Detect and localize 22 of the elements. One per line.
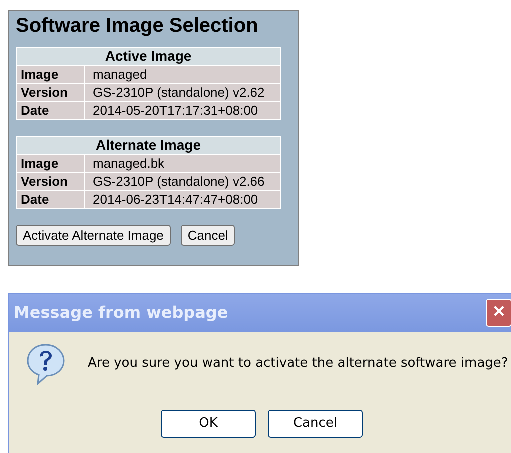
row-label: Image bbox=[16, 66, 84, 84]
dialog-button[interactable]: Cancel bbox=[268, 410, 363, 438]
row-value: managed bbox=[84, 66, 280, 84]
row-label: Image bbox=[16, 154, 84, 172]
action-button[interactable]: Cancel bbox=[180, 225, 236, 246]
close-button[interactable]: ✕ bbox=[486, 299, 511, 327]
dialog-button[interactable]: OK bbox=[161, 410, 256, 438]
row-label: Version bbox=[16, 172, 84, 190]
row-value: 2014-05-20T17:17:31+08:00 bbox=[84, 102, 280, 120]
row-value: GS-2310P (standalone) v2.66 bbox=[84, 172, 280, 190]
action-button[interactable]: Activate Alternate Image bbox=[16, 225, 171, 246]
page-title: Software Image Selection bbox=[16, 14, 260, 39]
row-value: managed.bk bbox=[84, 154, 280, 172]
row-label: Date bbox=[16, 102, 84, 120]
row-label: Version bbox=[16, 84, 84, 102]
row-value: GS-2310P (standalone) v2.62 bbox=[84, 84, 280, 102]
dialog-title: Message from webpage bbox=[14, 302, 228, 324]
table-heading: Alternate Image bbox=[16, 136, 280, 154]
dialog-message: Are you sure you want to activate the alternate software image? bbox=[88, 355, 508, 374]
table-heading: Active Image bbox=[16, 48, 280, 66]
row-value: 2014-06-23T14:47:47+08:00 bbox=[84, 190, 280, 208]
row-label: Date bbox=[16, 190, 84, 208]
